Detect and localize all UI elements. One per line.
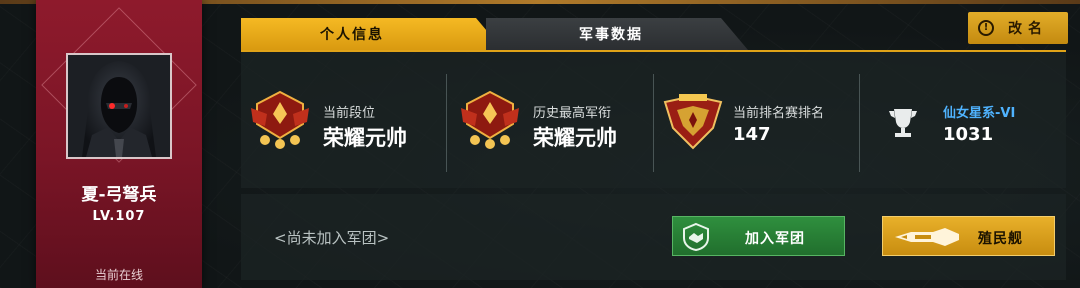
- stats-panel: 当前段位 荣耀元帅 历史最高军衔 荣耀元帅 当前排名赛排名 147 仙女星系-V…: [241, 50, 1066, 188]
- join-legion-button[interactable]: 加入军团: [672, 216, 845, 256]
- legion-status: <尚未加入军团>: [274, 229, 390, 247]
- avatar[interactable]: [66, 53, 172, 159]
- tab-military-data[interactable]: 军事数据: [486, 18, 748, 50]
- trophy-cup-icon: [889, 109, 917, 137]
- highest-rank-value: 荣耀元帅: [533, 126, 617, 150]
- info-circle-icon: !: [978, 20, 994, 36]
- tab-personal-info[interactable]: 个人信息: [241, 18, 503, 50]
- current-rank-label: 当前段位: [323, 106, 376, 121]
- player-level: LV.107: [92, 209, 146, 224]
- ranked-position-label: 当前排名赛排名: [733, 106, 825, 121]
- stat-divider: [446, 74, 447, 172]
- rename-button[interactable]: ! 改名: [968, 12, 1068, 44]
- colony-ship-icon: [895, 228, 959, 246]
- colony-ship-label: 殖民舰: [978, 231, 1023, 247]
- current-rank-value: 荣耀元帅: [323, 126, 407, 150]
- rename-label: 改名: [1008, 21, 1048, 37]
- marshal-rank-badge-icon: [251, 90, 309, 149]
- ranking-medal-icon: [663, 94, 723, 150]
- player-name: 夏-弓弩兵: [81, 185, 157, 205]
- colony-ship-button[interactable]: 殖民舰: [882, 216, 1055, 256]
- stat-divider: [859, 74, 860, 172]
- profile-banner: 夏-弓弩兵 LV.107 当前在线: [36, 0, 202, 288]
- join-legion-label: 加入军团: [745, 231, 805, 247]
- legion-panel: <尚未加入军团> 加入军团 殖民舰: [241, 194, 1066, 280]
- online-status: 当前在线: [94, 268, 143, 282]
- ranked-position-value: 147: [733, 124, 771, 145]
- galaxy-label[interactable]: 仙女星系-VI: [943, 102, 1015, 121]
- stat-divider: [653, 74, 654, 172]
- handshake-icon: [683, 222, 709, 252]
- galaxy-value: 1031: [943, 124, 994, 145]
- marshal-rank-badge-icon: [461, 90, 519, 149]
- highest-rank-label: 历史最高军衔: [533, 106, 612, 121]
